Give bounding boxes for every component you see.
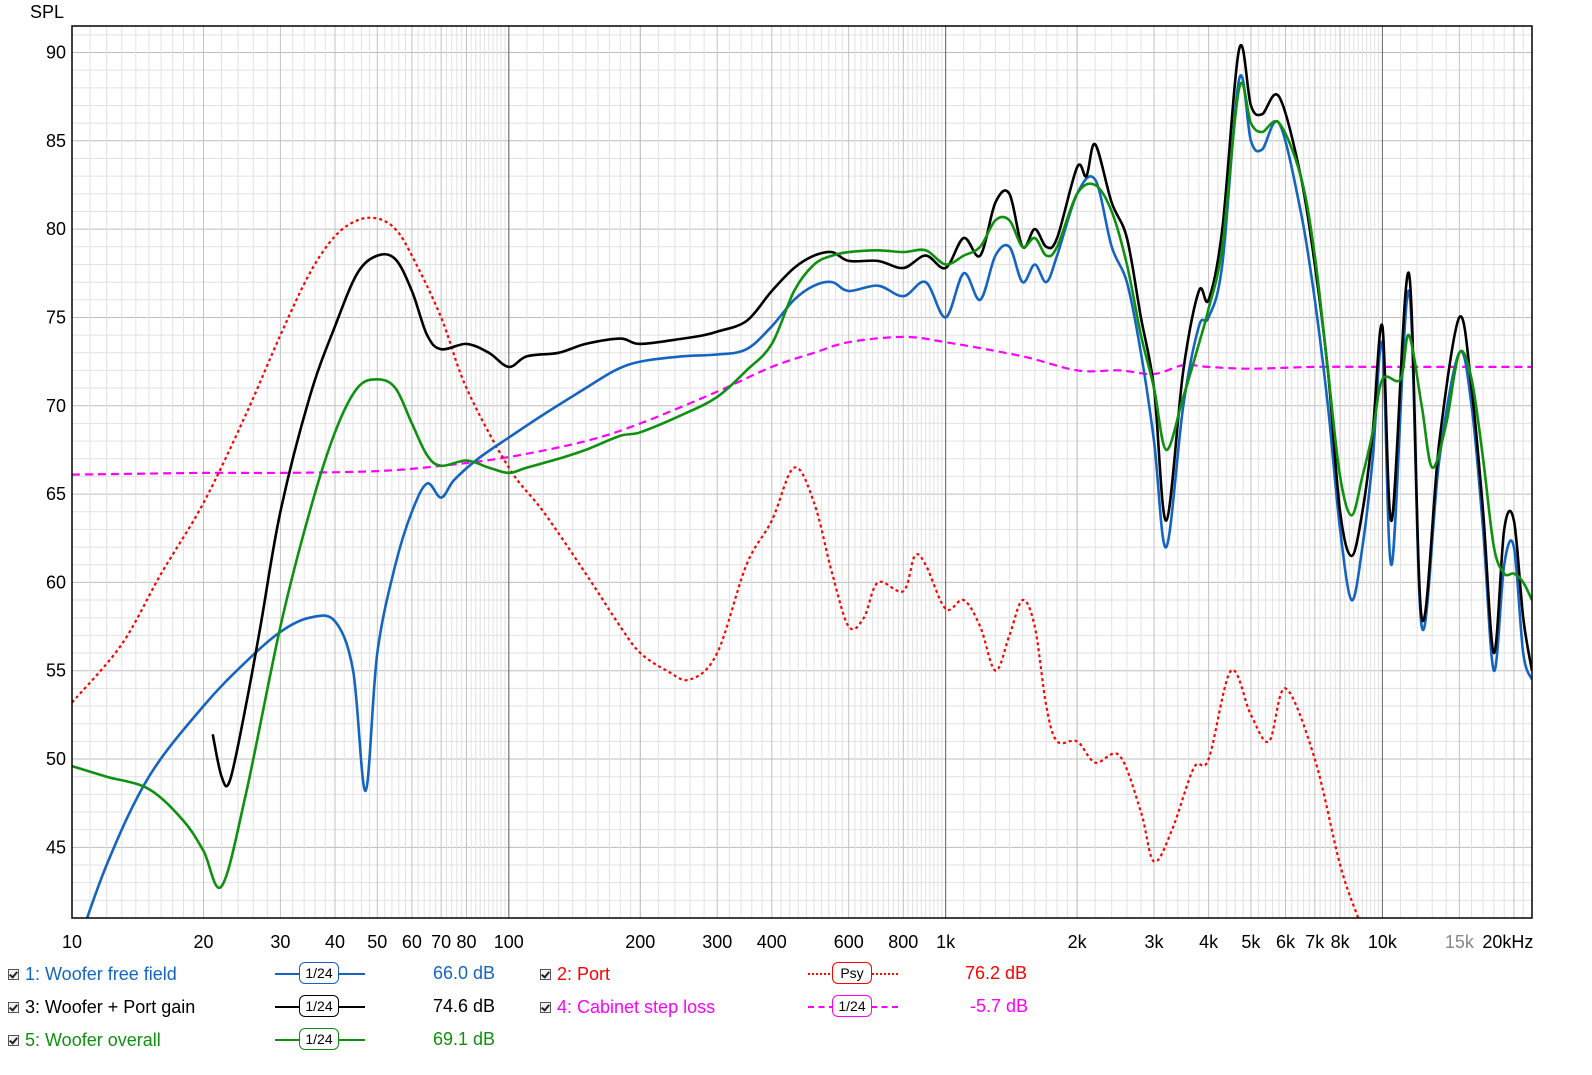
y-tick-label: 50 <box>46 749 66 769</box>
legend-label: 2: Port <box>557 963 611 984</box>
y-tick-label: 75 <box>46 307 66 327</box>
x-tick-label: 7k <box>1305 932 1325 952</box>
plot-background <box>72 26 1532 918</box>
x-tick-label: 5k <box>1241 932 1261 952</box>
checkbox-icon[interactable] <box>8 968 19 980</box>
x-tick-label: 20 <box>193 932 213 952</box>
legend-item-woofer-port-gain[interactable]: 3: Woofer + Port gain <box>8 992 195 1022</box>
y-axis-label: SPL <box>30 2 64 22</box>
x-tick-label: 400 <box>757 932 787 952</box>
x-tick-label: 20kHz <box>1482 932 1533 952</box>
checkbox-icon[interactable] <box>8 1001 19 1013</box>
x-tick-label: 4k <box>1199 932 1219 952</box>
y-tick-label: 90 <box>46 42 66 62</box>
checkbox-icon[interactable] <box>8 1034 19 1046</box>
y-tick-label: 85 <box>46 131 66 151</box>
y-tick-label: 60 <box>46 572 66 592</box>
y-tick-label: 80 <box>46 219 66 239</box>
x-tick-label: 800 <box>888 932 918 952</box>
x-tick-label: 3k <box>1145 932 1165 952</box>
checkbox-icon[interactable] <box>540 968 551 980</box>
x-tick-label: 40 <box>325 932 345 952</box>
x-tick-label: 60 <box>402 932 422 952</box>
x-tick-label: 1k <box>936 932 956 952</box>
legend-item-port[interactable]: 2: Port <box>540 959 610 989</box>
y-tick-label: 55 <box>46 661 66 681</box>
legend-label: 1: Woofer free field <box>25 963 177 984</box>
x-tick-label: 15k <box>1445 932 1475 952</box>
x-tick-label: 30 <box>270 932 290 952</box>
x-tick-label: 100 <box>494 932 524 952</box>
x-tick-label: 300 <box>702 932 732 952</box>
legend-item-woofer-free-field[interactable]: 1: Woofer free field <box>8 959 177 989</box>
x-tick-label: 80 <box>456 932 476 952</box>
x-tick-label: 70 <box>431 932 451 952</box>
legend-item-woofer-overall[interactable]: 5: Woofer overall <box>8 1025 161 1055</box>
x-tick-label: 50 <box>367 932 387 952</box>
x-tick-label: 200 <box>625 932 655 952</box>
legend-item-cabinet-step-loss[interactable]: 4: Cabinet step loss <box>540 992 715 1022</box>
legend-label: 3: Woofer + Port gain <box>25 996 196 1017</box>
x-tick-label: 2k <box>1068 932 1088 952</box>
y-tick-label: 45 <box>46 837 66 857</box>
y-tick-label: 65 <box>46 484 66 504</box>
x-tick-label: 10k <box>1368 932 1398 952</box>
x-tick-label: 10 <box>62 932 82 952</box>
x-tick-label: 8k <box>1331 932 1351 952</box>
frequency-response-chart: 4550556065707580859010 20 30 40 50 60 70 80 100 2… <box>30 2 1533 952</box>
x-tick-label: 600 <box>834 932 864 952</box>
y-tick-label: 70 <box>46 396 66 416</box>
checkbox-icon[interactable] <box>540 1001 551 1013</box>
x-tick-label: 6k <box>1276 932 1296 952</box>
legend-label: 4: Cabinet step loss <box>557 996 716 1017</box>
legend-label: 5: Woofer overall <box>25 1029 161 1050</box>
